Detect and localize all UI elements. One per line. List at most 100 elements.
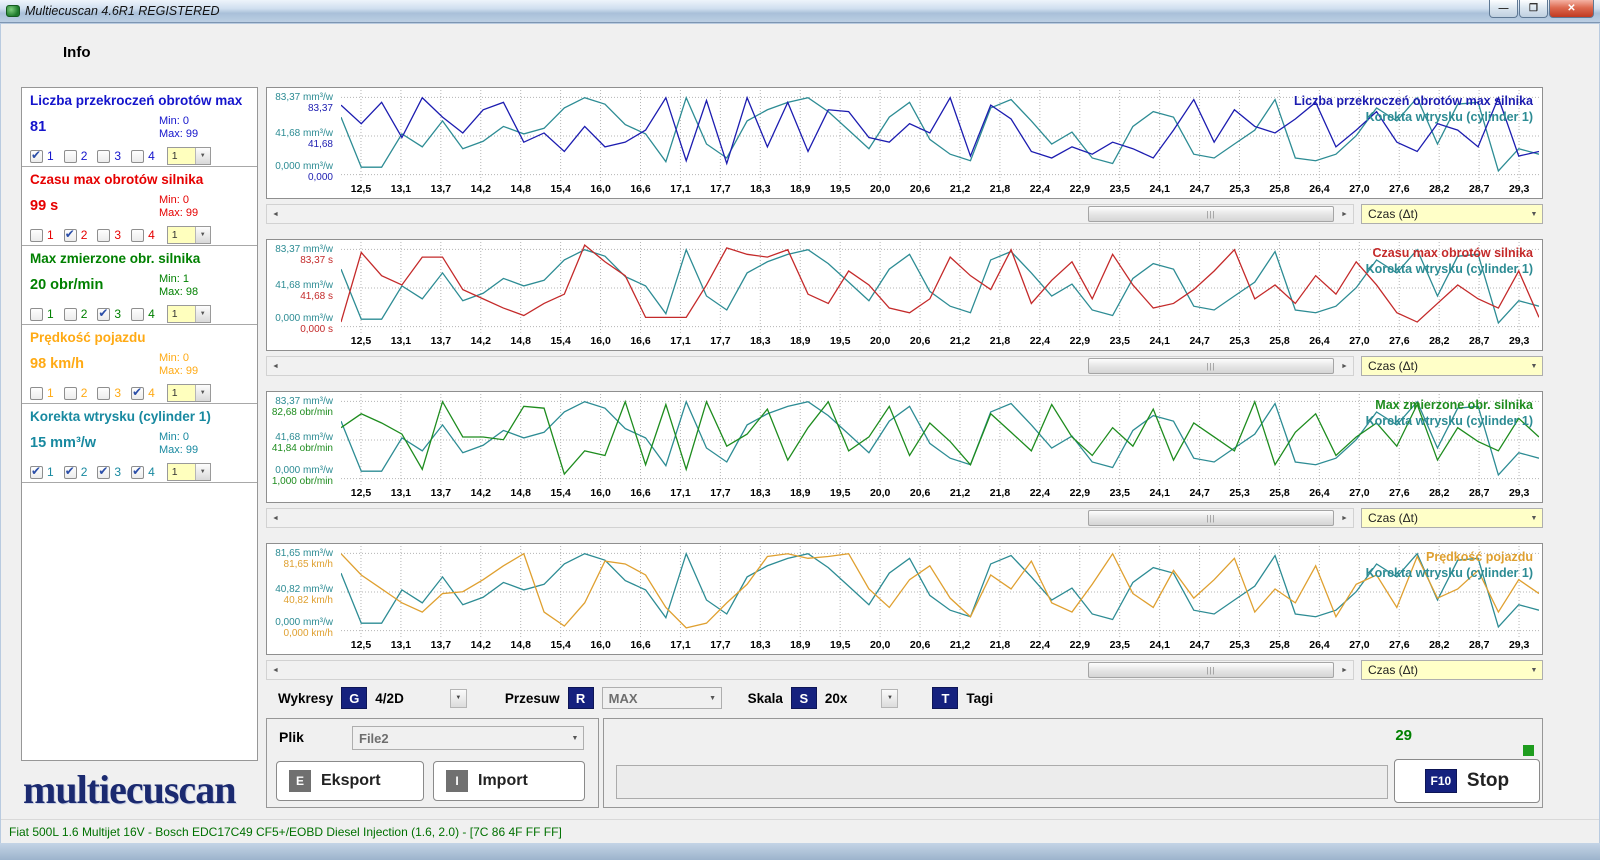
x-axis-mode-select[interactable]: Czas (Δt) ▼ [1361, 204, 1543, 224]
chevron-down-icon: ▼ [1526, 211, 1542, 218]
scrollbar-track[interactable]: ||| [284, 509, 1336, 527]
x-tick: 12,5 [341, 639, 381, 653]
progress-bar [616, 765, 1388, 799]
parameter-min: Min: 0 [159, 115, 249, 128]
checkbox-chart-1[interactable] [30, 150, 43, 163]
checkbox-chart-2[interactable] [64, 229, 77, 242]
x-axis-mode-select[interactable]: Czas (Δt) ▼ [1361, 508, 1543, 528]
tab-info[interactable]: Info [63, 44, 91, 61]
checkbox-chart-2[interactable] [64, 466, 77, 479]
tagi-label[interactable]: Tagi [966, 691, 993, 706]
x-tick: 25,8 [1260, 639, 1300, 653]
x-tick: 20,6 [900, 639, 940, 653]
x-tick: 27,0 [1339, 639, 1379, 653]
wykresy-dropdown-button[interactable]: ▼ [450, 689, 467, 708]
x-tick: 27,6 [1379, 183, 1419, 197]
file-select[interactable]: File2 ▼ [352, 726, 584, 750]
x-tick: 19,5 [820, 487, 860, 501]
scroll-right-button[interactable]: ► [1336, 357, 1353, 375]
style-select[interactable]: 1▼ [167, 147, 211, 165]
x-tick: 19,5 [820, 183, 860, 197]
scroll-left-button[interactable]: ◄ [267, 357, 284, 375]
y-axis-label-group: 41,68 mm³/w41,68 s [267, 280, 333, 302]
x-tick: 28,7 [1459, 183, 1499, 197]
checkbox-chart-1[interactable] [30, 387, 43, 400]
checkbox-chart-3[interactable] [97, 229, 110, 242]
checkbox-chart-3[interactable] [97, 466, 110, 479]
scrollbar-track[interactable]: ||| [284, 661, 1336, 679]
y-axis-label-group: 41,68 mm³/w41,68 [267, 128, 333, 150]
checkbox-label: 3 [114, 228, 121, 242]
minimize-button[interactable]: — [1489, 0, 1518, 18]
checkbox-chart-4[interactable] [131, 308, 144, 321]
hotkey-t-badge: T [932, 687, 958, 709]
scrollbar-thumb[interactable]: ||| [1088, 206, 1334, 222]
wykresy-value[interactable]: 4/2D [375, 691, 404, 706]
x-tick: 17,7 [700, 183, 740, 197]
x-tick: 13,7 [421, 183, 461, 197]
scroll-right-button[interactable]: ► [1336, 661, 1353, 679]
scroll-left-button[interactable]: ◄ [267, 205, 284, 223]
eksport-button[interactable]: E Eksport [276, 761, 424, 801]
checkbox-label: 2 [81, 307, 88, 321]
x-tick: 26,4 [1300, 335, 1340, 349]
restore-button[interactable]: ❐ [1519, 0, 1548, 18]
style-select-value: 1 [168, 387, 195, 399]
x-tick: 13,1 [381, 487, 421, 501]
checkbox-label: 4 [148, 465, 155, 479]
x-axis-mode-select[interactable]: Czas (Δt) ▼ [1361, 356, 1543, 376]
chart-panel: 83,37 mm³/w82,68 obr/min41,68 mm³/w41,84… [266, 391, 1543, 503]
scrollbar-thumb[interactable]: ||| [1088, 662, 1334, 678]
x-tick: 22,9 [1060, 639, 1100, 653]
checkbox-chart-2[interactable] [64, 387, 77, 400]
x-tick: 21,8 [980, 487, 1020, 501]
scroll-left-button[interactable]: ◄ [267, 661, 284, 679]
file-select-value: File2 [353, 731, 567, 746]
style-select[interactable]: 1▼ [167, 463, 211, 481]
scroll-right-button[interactable]: ► [1336, 205, 1353, 223]
chart-block: 83,37 mm³/w83,3741,68 mm³/w41,680,000 mm… [266, 87, 1543, 224]
checkbox-chart-1[interactable] [30, 466, 43, 479]
stop-button[interactable]: F10 Stop [1394, 759, 1540, 803]
scroll-right-button[interactable]: ► [1336, 509, 1353, 527]
x-tick: 25,3 [1220, 183, 1260, 197]
checkbox-chart-4[interactable] [131, 150, 144, 163]
parameter-value: 81 [30, 119, 46, 141]
chart-scrollbar: ◄ ||| ► [266, 508, 1354, 528]
scrollbar-thumb[interactable]: ||| [1088, 358, 1334, 374]
y-axis-label-group: 40,82 mm³/w40,82 km/h [267, 584, 333, 606]
checkbox-chart-4[interactable] [131, 466, 144, 479]
y-axis-labels: 81,65 mm³/w81,65 km/h40,82 mm³/w40,82 km… [267, 544, 337, 654]
scrollbar-track[interactable]: ||| [284, 357, 1336, 375]
style-select[interactable]: 1▼ [167, 384, 211, 402]
import-button[interactable]: I Import [433, 761, 585, 801]
skala-dropdown-button[interactable]: ▼ [881, 689, 898, 708]
parameter-min: Min: 1 [159, 273, 249, 286]
sample-counter: 29 [1395, 727, 1412, 744]
chevron-down-icon: ▼ [567, 735, 583, 742]
x-tick: 29,3 [1499, 487, 1539, 501]
checkbox-chart-3[interactable] [97, 150, 110, 163]
checkbox-chart-4[interactable] [131, 229, 144, 242]
checkbox-chart-3[interactable] [97, 387, 110, 400]
checkbox-chart-4[interactable] [131, 387, 144, 400]
close-button[interactable]: ✕ [1549, 0, 1594, 18]
scrollbar-thumb[interactable]: ||| [1088, 510, 1334, 526]
checkbox-chart-2[interactable] [64, 308, 77, 321]
chevron-down-icon: ▼ [887, 695, 893, 701]
checkbox-chart-1[interactable] [30, 229, 43, 242]
checkbox-chart-3[interactable] [97, 308, 110, 321]
scroll-left-button[interactable]: ◄ [267, 509, 284, 527]
skala-value[interactable]: 20x [825, 691, 848, 706]
scrollbar-track[interactable]: ||| [284, 205, 1336, 223]
przesuw-select[interactable]: MAX ▼ [602, 687, 722, 709]
style-select[interactable]: 1▼ [167, 305, 211, 323]
title-bar: Multiecuscan 4.6R1 REGISTERED — ❐ ✕ [0, 0, 1600, 23]
checkbox-chart-1[interactable] [30, 308, 43, 321]
chart-scrollbar: ◄ ||| ► [266, 356, 1354, 376]
x-tick: 20,0 [860, 487, 900, 501]
x-axis-mode-select[interactable]: Czas (Δt) ▼ [1361, 660, 1543, 680]
x-tick: 18,3 [740, 487, 780, 501]
style-select[interactable]: 1▼ [167, 226, 211, 244]
checkbox-chart-2[interactable] [64, 150, 77, 163]
